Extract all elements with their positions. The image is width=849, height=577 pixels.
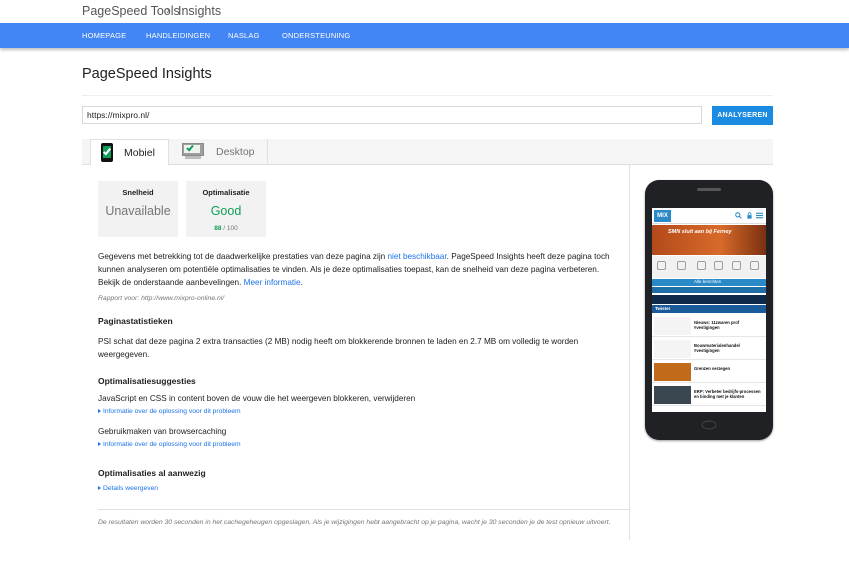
lock-icon — [747, 212, 752, 219]
search-icon — [735, 212, 742, 219]
page-title: PageSpeed Insights — [82, 66, 212, 82]
present-optimizations-heading: Optimalisaties al aanwezig — [98, 468, 206, 478]
preview-article: ERP: Verbeter bedrijfs-processen en bind… — [652, 384, 766, 406]
tab-mobile-label: Mobiel — [124, 147, 155, 159]
optimization-score-title: Optimalisatie — [202, 188, 250, 197]
preview-logo: MIX — [654, 210, 671, 222]
preview-blue-label: Twister — [655, 306, 671, 311]
top-bar: PageSpeed Tools › Insights — [0, 0, 849, 23]
divider — [98, 509, 630, 510]
analyze-button[interactable]: ANALYSEREN — [712, 106, 773, 125]
preview-article: Grenzen verzegen — [652, 361, 766, 383]
preview-article-title: Nieuws: 11zwaren prof #vestigingen — [694, 320, 740, 330]
tab-desktop-label: Desktop — [216, 146, 255, 158]
mobile-phone-icon — [101, 143, 113, 162]
panel-divider — [629, 165, 630, 540]
home-button-icon — [701, 420, 717, 430]
preview-thumb — [654, 317, 691, 335]
preview-social-bar — [652, 256, 766, 278]
preview-blue-bar: Twister — [652, 305, 766, 313]
triangle-right-icon — [98, 442, 101, 446]
more-info-link[interactable]: Meer informatie — [244, 278, 301, 287]
phone-icon — [657, 261, 666, 270]
page-stats-text: PSI schat dat deze pagina 2 extra transa… — [98, 337, 579, 359]
preview-thumb — [654, 363, 691, 381]
url-input[interactable] — [82, 106, 702, 124]
preview-thumb — [654, 340, 691, 358]
triangle-right-icon — [98, 409, 101, 413]
desktop-monitor-icon — [182, 143, 204, 159]
page-stats-heading: Paginastatistieken — [98, 316, 173, 326]
tab-bar: Mobiel Desktop — [82, 139, 773, 166]
speed-score-value: Unavailable — [105, 204, 171, 218]
not-available-link[interactable]: niet beschikbaar — [387, 252, 446, 261]
phone-speaker — [697, 188, 721, 191]
tab-mobile[interactable]: Mobiel — [90, 139, 169, 166]
nav-bar: HOMEPAGE HANDLEIDINGEN NASLAG ONDERSTEUN… — [0, 23, 849, 48]
menu-icon — [756, 212, 763, 219]
preview-article-title: ERP: Verbeter bedrijfs-processen en bind… — [694, 389, 761, 399]
preview-sub-nav — [652, 287, 766, 293]
preview-article-title: Bouwmaterialenhandel #vestigingen — [694, 343, 740, 353]
mobile-preview-screen: MIX SMN sluit aan bij Ferney Alle berich… — [652, 208, 766, 412]
twitter-icon — [697, 261, 706, 270]
preview-article-title: Grenzen verzegen — [694, 366, 731, 371]
cache-note: De resultaten worden 30 seconden in het … — [98, 519, 611, 526]
preview-nav-label: Alle berichten — [694, 279, 722, 284]
nav-item-handleidingen[interactable]: HANDLEIDINGEN — [146, 31, 210, 40]
nav-item-homepage[interactable]: HOMEPAGE — [82, 31, 126, 40]
mail-icon — [677, 261, 686, 270]
preview-header: MIX — [652, 208, 766, 224]
optimization-score-number: 88 / 100 — [214, 225, 238, 232]
summary-text: Gegevens met betrekking tot de daadwerke… — [98, 252, 610, 287]
suggestion-fix-link[interactable]: Informatie over de oplossing voor dit pr… — [98, 408, 241, 415]
mobile-preview: MIX SMN sluit aan bij Ferney Alle berich… — [645, 180, 773, 440]
chevron-right-icon: › — [166, 3, 170, 17]
triangle-right-icon — [98, 486, 101, 490]
preview-ad — [652, 295, 766, 304]
suggestions-heading: Optimalisatiesuggesties — [98, 376, 196, 386]
rss-icon — [750, 261, 759, 270]
show-details-link[interactable]: Details weergeven — [98, 485, 158, 492]
speed-score-card: Snelheid Unavailable — [98, 181, 178, 237]
preview-nav-bar: Alle berichten — [652, 279, 766, 286]
preview-thumb — [654, 386, 691, 404]
speed-score-title: Snelheid — [122, 188, 154, 197]
breadcrumb-current: Insights — [178, 4, 222, 18]
linkedin-icon — [732, 261, 741, 270]
nav-item-naslag[interactable]: NASLAG — [228, 31, 260, 40]
optimization-score-card: Optimalisatie Good 88 / 100 — [186, 181, 266, 237]
tab-desktop[interactable]: Desktop — [169, 139, 268, 165]
suggestion-item-title: Gebruikmaken van browsercaching — [98, 427, 227, 436]
nav-item-ondersteuning[interactable]: ONDERSTEUNING — [282, 31, 350, 40]
preview-banner-text: SMN sluit aan bij Ferney — [668, 229, 732, 235]
preview-article: Nieuws: 11zwaren prof #vestigingen — [652, 315, 766, 337]
suggestion-item-title: JavaScript en CSS in content boven de vo… — [98, 394, 416, 403]
suggestion-fix-link[interactable]: Informatie over de oplossing voor dit pr… — [98, 441, 241, 448]
preview-article: Bouwmaterialenhandel #vestigingen — [652, 338, 766, 360]
report-url: Rapport voor: http://www.mixpro-online.n… — [98, 295, 225, 302]
results-panel: Snelheid Unavailable Optimalisatie Good … — [82, 165, 630, 540]
facebook-icon — [714, 261, 723, 270]
preview-banner: SMN sluit aan bij Ferney — [652, 225, 766, 255]
divider — [82, 95, 773, 96]
optimization-score-value: Good — [210, 204, 242, 218]
